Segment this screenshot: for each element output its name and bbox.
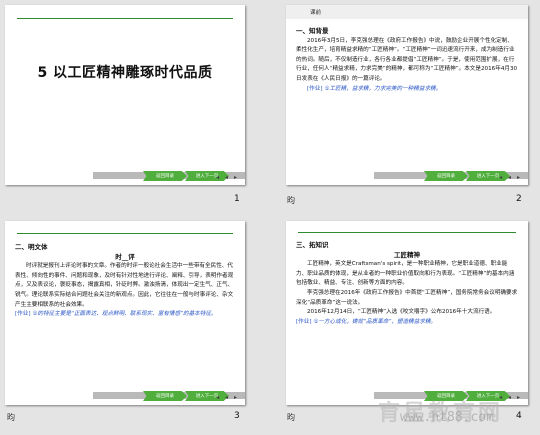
body-paragraph-1: 工匠精神，英文是Craftsman's spirit，是一种职业精神，它是职业道… bbox=[296, 261, 515, 287]
slide-caption: 昀 bbox=[7, 413, 15, 422]
body-paragraph-2: 李克强总理在2016年《政府工作报告》中首提“工匠精神”，国务院常务会议明确要求… bbox=[296, 289, 518, 306]
note-text: ①的特征主要是“正面表达、观点鲜明、联系现实、富有情感”的基本特征。 bbox=[32, 311, 217, 318]
note-text: ①一方心或化，铸就“品质革命”，塑造精益求精。 bbox=[313, 318, 437, 325]
slide-header-bar bbox=[286, 5, 528, 19]
center-heading: 工匠精神 bbox=[394, 250, 420, 259]
slide-number: 3 bbox=[234, 411, 240, 421]
note-line: [作业] ①的特征主要是“正面表达、观点鲜明、联系现实、富有情感”的基本特征。 bbox=[15, 310, 235, 320]
note-label: [作业] bbox=[15, 311, 31, 318]
slide-body: 二、明文体 时__评 时评就是报刊上评论时事的文章。作者的时评一般论社会生活中一… bbox=[15, 243, 235, 320]
note-label: [作业] bbox=[296, 318, 312, 325]
back-to-contents-button[interactable]: 返回目录 bbox=[143, 391, 187, 401]
section-heading: 二、明文体 bbox=[15, 243, 48, 251]
center-heading: 时__评 bbox=[115, 252, 135, 261]
back-to-contents-button[interactable]: 返回目录 bbox=[143, 171, 187, 181]
slide-number: 4 bbox=[516, 411, 522, 421]
slide-top-rule bbox=[17, 18, 233, 19]
slide-body: 三、拓知识 工匠精神 工匠精神，英文是Craftsman's spirit，是一… bbox=[296, 241, 518, 327]
body-paragraph: 时评就是报刊上评论时事的文章。作者的时评一般论社会生活中一些带有全民性、代表性、… bbox=[15, 263, 234, 308]
nav-arrows-icon[interactable]: ◂ ◂ ▸ bbox=[216, 394, 239, 401]
body-paragraph: 2016年3月5日，李克强总理在《政府工作报告》中说，鼓励企业开展个性化定制、柔… bbox=[296, 37, 518, 82]
watermark-url: www.ht88.com bbox=[400, 410, 494, 425]
slide-body: 一、知背景 2016年3月5日，李克强总理在《政府工作报告》中说，鼓励企业开展个… bbox=[296, 27, 518, 94]
slide-number: 1 bbox=[234, 194, 240, 204]
slide-number: 2 bbox=[516, 194, 522, 204]
slide-title: 5 以工匠精神雕琢时代品质 bbox=[37, 65, 213, 81]
nav-arrows-icon[interactable]: ◂ ◂ ▸ bbox=[499, 174, 522, 181]
note-line: [作业] ①一方心或化，铸就“品质革命”，塑造精益求精。 bbox=[296, 318, 518, 328]
note-text: ①工匠精，益求精，力求完美的一种精益求精。 bbox=[324, 85, 442, 92]
note-line: [作业] ①工匠精，益求精，力求完美的一种精益求精。 bbox=[307, 85, 518, 95]
body-paragraph-3: 2016年12月14日，“工匠精神”入选《咬文嚼字》公布2016年十大流行语。 bbox=[307, 309, 496, 316]
slide-top-rule bbox=[17, 233, 233, 234]
slide-header-label: 课前 bbox=[310, 10, 322, 16]
slide-caption: 昀 bbox=[287, 413, 295, 422]
back-to-contents-button[interactable]: 返回目录 bbox=[424, 171, 468, 181]
slide-thumbnail-1[interactable]: 5 以工匠精神雕琢时代品质 返回目录 进入下一页 ◂ ◂ ▸ bbox=[5, 5, 245, 185]
slide-top-rule bbox=[298, 232, 516, 233]
slide-thumbnail-2[interactable]: 课前 一、知背景 2016年3月5日，李克强总理在《政府工作报告》中说，鼓励企业… bbox=[286, 5, 528, 185]
nav-arrows-icon[interactable]: ◂ ◂ ▸ bbox=[216, 174, 239, 181]
section-heading: 三、拓知识 bbox=[296, 241, 329, 249]
section-heading: 一、知背景 bbox=[296, 27, 329, 35]
slide-caption: 昀 bbox=[287, 196, 295, 205]
slide-thumbnail-3[interactable]: 二、明文体 时__评 时评就是报刊上评论时事的文章。作者的时评一般论社会生活中一… bbox=[5, 221, 245, 405]
note-label: [作业] bbox=[307, 85, 323, 92]
slide-thumbnail-4[interactable]: 三、拓知识 工匠精神 工匠精神，英文是Craftsman's spirit，是一… bbox=[286, 221, 528, 405]
